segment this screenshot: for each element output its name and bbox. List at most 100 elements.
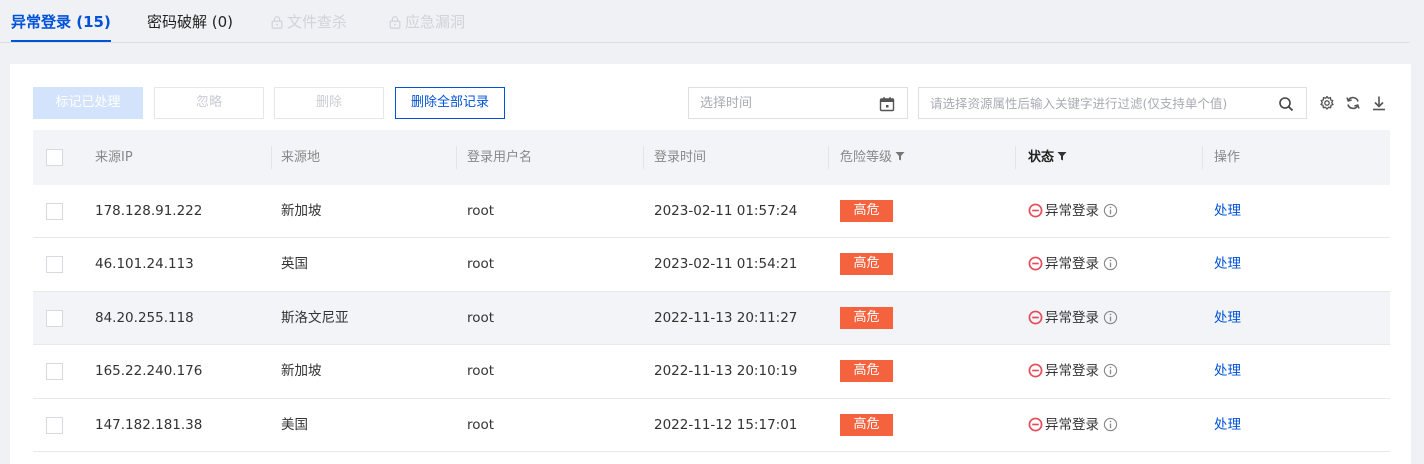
- cell-ip: 84.20.255.118: [95, 309, 194, 326]
- row-checkbox[interactable]: [46, 203, 63, 220]
- cell-user: root: [467, 256, 495, 273]
- tab-password-crack[interactable]: 密码破解 (0): [147, 11, 233, 43]
- filter-search[interactable]: [918, 87, 1307, 119]
- delete-button[interactable]: 删除: [274, 87, 384, 119]
- risk-badge: 高危: [840, 253, 893, 276]
- col-source-location: 来源地: [281, 150, 321, 165]
- lock-icon: [271, 16, 283, 29]
- col-login-time: 登录时间: [654, 150, 707, 165]
- delete-all-button[interactable]: 删除全部记录: [395, 87, 505, 119]
- column-divider: [1015, 146, 1016, 169]
- cell-user: root: [467, 363, 495, 380]
- col-operations: 操作: [1214, 150, 1241, 165]
- status-cell: 异常登录: [1028, 399, 1118, 452]
- cell-ip: 165.22.240.176: [95, 363, 203, 380]
- column-divider: [643, 146, 644, 169]
- cell-time: 2022-11-13 20:10:19: [654, 363, 798, 380]
- tab-file-scan: 文件查杀: [270, 11, 347, 43]
- row-checkbox[interactable]: [46, 416, 63, 434]
- info-icon[interactable]: [1103, 310, 1118, 325]
- row-checkbox[interactable]: [46, 363, 63, 381]
- risk-badge: 高危: [840, 306, 893, 329]
- status-cell: 异常登录: [1028, 238, 1118, 291]
- col-login-user: 登录用户名: [467, 150, 533, 165]
- col-risk-level: 危险等级: [840, 130, 905, 185]
- cell-ip: 46.101.24.113: [95, 256, 194, 273]
- table-row: 147.182.181.38 美国 root 2022-11-12 15:17:…: [33, 398, 1390, 452]
- date-picker[interactable]: [688, 87, 908, 119]
- status-text: 异常登录: [1045, 203, 1099, 219]
- risk-badge: 高危: [840, 360, 893, 383]
- tab-label: 异常登录 (15): [11, 13, 111, 31]
- cell-location: 英国: [281, 256, 308, 273]
- settings-icon[interactable]: [1319, 95, 1335, 111]
- tab-bar: 异常登录 (15) 密码破解 (0) 文件查杀 应急漏洞: [0, 0, 1424, 44]
- tab-emergency-vuln: 应急漏洞: [388, 11, 465, 43]
- info-icon[interactable]: [1103, 203, 1118, 218]
- handle-link[interactable]: 处理: [1214, 185, 1241, 238]
- handle-link[interactable]: 处理: [1214, 345, 1241, 398]
- info-icon[interactable]: [1103, 256, 1118, 271]
- tab-label: 密码破解 (0): [147, 13, 234, 31]
- ban-icon: [1028, 363, 1043, 378]
- column-divider: [828, 146, 829, 169]
- status-text: 异常登录: [1045, 256, 1099, 273]
- status-text: 异常登录: [1045, 309, 1099, 326]
- cell-location: 斯洛文尼亚: [281, 309, 349, 326]
- tab-abnormal-login[interactable]: 异常登录 (15): [11, 11, 111, 43]
- col-source-ip: 来源IP: [95, 150, 133, 165]
- filter-icon[interactable]: [895, 151, 905, 161]
- select-all-checkbox[interactable]: [46, 149, 63, 166]
- table-row: 84.20.255.118 斯洛文尼亚 root 2022-11-13 20:1…: [33, 291, 1390, 346]
- table-header: 来源IP 来源地 登录用户名 登录时间 危险等级 状态 操作: [33, 130, 1390, 185]
- cell-ip: 147.182.181.38: [95, 416, 203, 433]
- info-icon[interactable]: [1103, 417, 1118, 432]
- column-divider: [456, 146, 457, 169]
- search-icon[interactable]: [1278, 96, 1294, 112]
- calendar-icon[interactable]: [879, 96, 895, 112]
- cell-time: 2022-11-12 15:17:01: [654, 416, 798, 433]
- ban-icon: [1028, 310, 1043, 325]
- col-status: 状态: [1028, 130, 1067, 185]
- table-row: 165.22.240.176 新加坡 root 2022-11-13 20:10…: [33, 345, 1390, 399]
- cell-location: 新加坡: [281, 363, 322, 380]
- status-cell: 异常登录: [1028, 185, 1118, 238]
- ignore-button[interactable]: 忽略: [154, 87, 264, 119]
- row-checkbox[interactable]: [46, 309, 63, 327]
- date-input[interactable]: [689, 88, 859, 118]
- cell-time: 2023-02-11 01:57:24: [654, 203, 798, 219]
- handle-link[interactable]: 处理: [1214, 292, 1241, 345]
- ban-icon: [1028, 417, 1043, 431]
- tab-label: 应急漏洞: [405, 13, 466, 31]
- search-input[interactable]: [919, 88, 1259, 118]
- row-checkbox[interactable]: [46, 256, 63, 274]
- ban-icon: [1028, 203, 1043, 218]
- login-table: 来源IP 来源地 登录用户名 登录时间 危险等级 状态 操作 178.128.9…: [33, 130, 1390, 452]
- refresh-icon[interactable]: [1345, 95, 1361, 111]
- mark-handled-button[interactable]: 标记已处理: [33, 87, 143, 119]
- tab-label: 文件查杀: [287, 13, 348, 31]
- risk-badge: 高危: [840, 413, 893, 436]
- cell-location: 新加坡: [281, 203, 322, 219]
- handle-link[interactable]: 处理: [1214, 238, 1241, 291]
- tab-divider: [0, 42, 1410, 43]
- status-cell: 异常登录: [1028, 292, 1118, 345]
- risk-badge: 高危: [840, 200, 893, 222]
- col-risk-level-label: 危险等级: [840, 150, 893, 165]
- ban-icon: [1028, 256, 1043, 271]
- table-row: 178.128.91.222 新加坡 root 2023-02-11 01:57…: [33, 185, 1390, 239]
- cell-ip: 178.128.91.222: [95, 203, 203, 219]
- status-text: 异常登录: [1045, 363, 1099, 380]
- lock-icon: [389, 16, 401, 29]
- col-status-label: 状态: [1028, 150, 1055, 165]
- info-icon[interactable]: [1103, 363, 1118, 378]
- status-cell: 异常登录: [1028, 345, 1118, 398]
- column-divider: [271, 146, 272, 169]
- cell-time: 2023-02-11 01:54:21: [654, 256, 798, 273]
- filter-icon[interactable]: [1057, 151, 1067, 161]
- handle-link[interactable]: 处理: [1214, 399, 1241, 452]
- cell-user: root: [467, 416, 495, 433]
- column-divider: [1202, 146, 1203, 169]
- download-icon[interactable]: [1371, 95, 1387, 111]
- content-card: 标记已处理 忽略 删除 删除全部记录 选择时间 请选择资源属性后输入关键字进行过…: [10, 64, 1411, 464]
